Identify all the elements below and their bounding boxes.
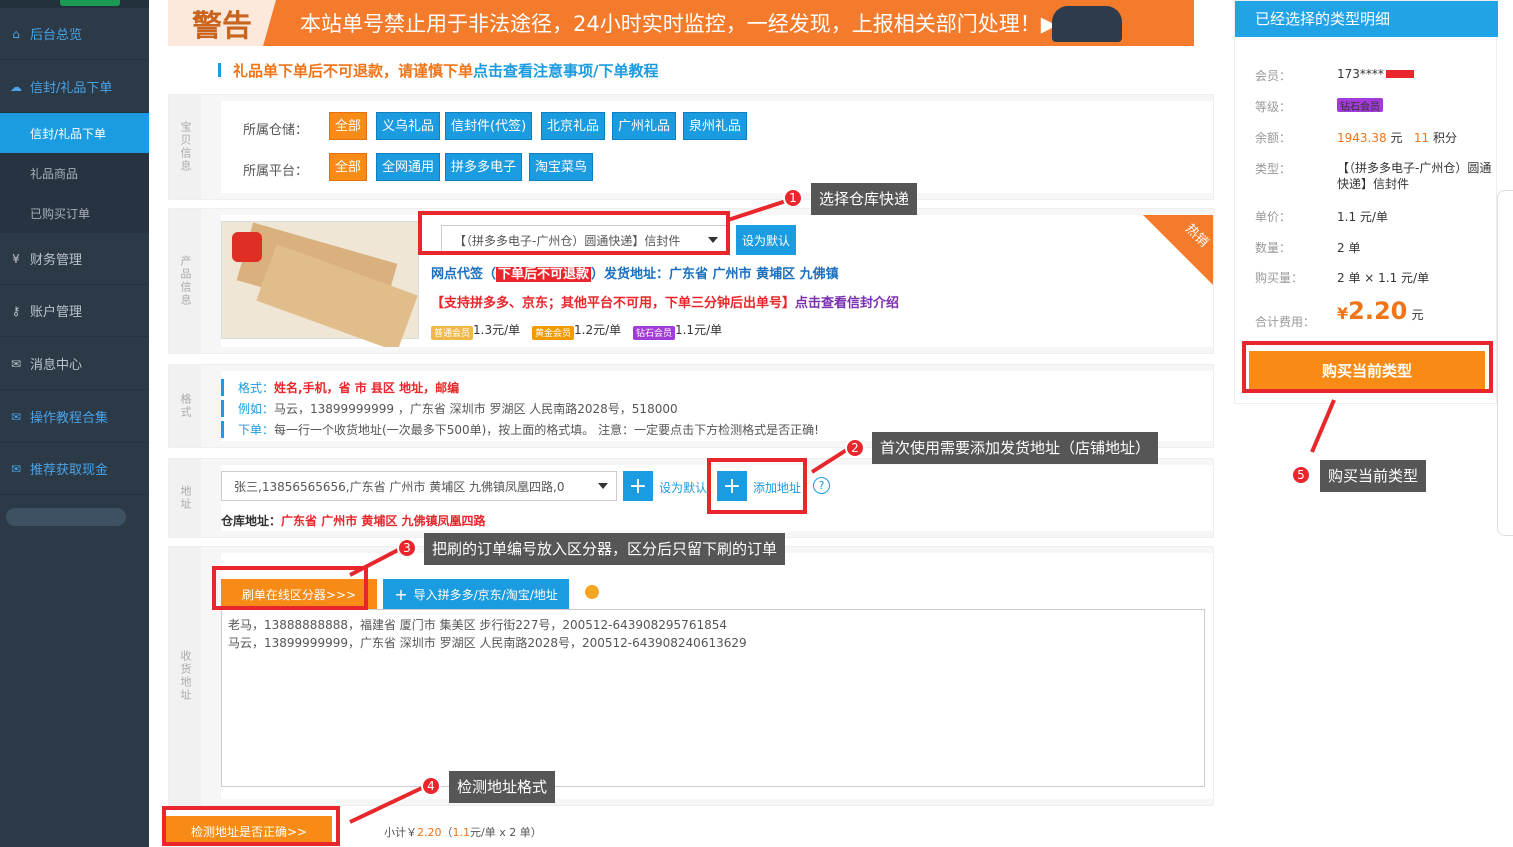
quantity: 2 单: [1337, 241, 1361, 255]
sidebar-item-messages[interactable]: ✉ 消息中心: [0, 338, 149, 390]
pinduoduo-logo-icon: [232, 232, 262, 262]
receiver-textarea[interactable]: 老马，13888888888，福建省 厦门市 集美区 步行街227号，20051…: [221, 609, 1205, 787]
badge-gold: 黄金会员: [531, 326, 574, 340]
sidebar-item-account[interactable]: ⚷ 账户管理: [0, 285, 149, 337]
sidebar-item-finance[interactable]: ¥ 财务管理: [0, 233, 149, 285]
arrow-5: [1310, 399, 1336, 453]
side-drawer-tab[interactable]: [1497, 190, 1513, 536]
total: ¥2.20 元: [1337, 297, 1424, 325]
warehouse-quanzhou[interactable]: 泉州礼品: [683, 112, 748, 140]
callout-3: 把刷的订单编号放入区分器，区分后只留下刷的订单: [424, 533, 786, 565]
sidebar-subitem-order[interactable]: 信封/礼品下单: [0, 113, 149, 153]
callout-number-1: 1: [783, 188, 803, 208]
add-address-plus-icon[interactable]: +: [717, 471, 747, 501]
product-line2: 【支持拼多多、京东；其他平台不可用，下单三分钟后出单号】点击查看信封介绍: [431, 296, 900, 311]
set-default-product-button[interactable]: 设为默认: [736, 225, 796, 255]
warning-banner: 警告 本站单号禁止用于非法途径，24小时实时监控，一经发现，上报相关部门处理！▶: [168, 0, 1194, 46]
yen-icon: ¥: [12, 251, 20, 266]
buy-amount: 2 单 × 1.1 元/单: [1337, 271, 1430, 285]
warning-text: 本站单号禁止用于非法途径，24小时实时监控，一经发现，上报相关部门处理！▶: [300, 12, 1057, 36]
blurred-item: [6, 508, 126, 526]
summary-panel: 已经选择的类型明细 会员： 173**** 等级： 钻石会员 余额： 1943.…: [1234, 0, 1498, 404]
example-row: 例如：马云，13899999999 ，广东省 深圳市 罗湖区 人民南路2028号…: [221, 400, 678, 417]
sidebar-item-referral[interactable]: ✉ 推荐获取现金: [0, 443, 149, 495]
logo: [0, 0, 149, 8]
import-button[interactable]: + 导入拼多多/京东/淘宝/地址: [383, 579, 569, 609]
envelope-intro-link[interactable]: 点击查看信封介绍: [795, 296, 899, 311]
platform-pinduoduo[interactable]: 拼多多电子: [445, 153, 523, 181]
callout-2: 首次使用需要添加发货地址（店铺地址）: [872, 432, 1159, 464]
cloud-icon: ☁: [10, 79, 22, 94]
redacted-mark: [1385, 70, 1414, 78]
mail-icon: ✉: [10, 356, 22, 371]
warehouse-beijing[interactable]: 北京礼品: [541, 112, 606, 140]
callout-number-5: 5: [1291, 465, 1311, 485]
loading-icon: [585, 585, 599, 599]
warehouse-envelope[interactable]: 信封件(代签): [445, 112, 533, 140]
add-address-button[interactable]: 添加地址: [753, 479, 801, 496]
balance: 1943.38 元 11 积分: [1337, 131, 1458, 145]
platform-universal[interactable]: 全网通用: [376, 153, 441, 181]
type-value: 【（拼多多电子-广州仓）圆通快递】信封件: [1337, 161, 1492, 191]
product-image: [221, 221, 419, 347]
sender-address-select[interactable]: 张三,13856565656,广东省 广州市 黄埔区 九佛镇凤凰四路,0: [221, 471, 617, 501]
callout-1: 选择仓库快递: [811, 183, 918, 215]
warehouse-guangzhou[interactable]: 广州礼品: [612, 112, 677, 140]
product-panel: 产品信息 【（拼多多电子-广州仓）圆通快递】信封件 设为默认 热销 网点代签（下…: [168, 208, 1214, 354]
tutorial-link[interactable]: 点击查看注意事项/下单教程: [473, 62, 658, 80]
warehouse-all[interactable]: 全部: [329, 112, 368, 140]
home-icon: ⌂: [12, 26, 20, 41]
notice: 礼品单下单后不可退款，请谨慎下单点击查看注意事项/下单教程: [218, 60, 659, 81]
badge-normal: 普通会员: [431, 326, 474, 340]
splitter-button[interactable]: 刷单在线区分器>>>: [221, 579, 377, 609]
warehouse-address: 仓库地址：广东省 广州市 黄埔区 九佛镇凤凰四路: [221, 514, 486, 528]
sidebar-item-overview[interactable]: ⌂ 后台总览: [0, 8, 149, 60]
member-value: 173****: [1337, 67, 1414, 81]
order-row: 下单：每一行一个收货地址(一次最多下500单)，按上面的格式填。 注意：一定要点…: [221, 421, 819, 438]
summary-title: 已经选择的类型明细: [1235, 1, 1498, 37]
warning-logo: 警告: [168, 0, 276, 46]
sidebar: ⌂ 后台总览 ☁ 信封/礼品下单 信封/礼品下单 礼品商品 已购买订单 ¥ 财务管理 …: [0, 0, 149, 847]
callout-number-3: 3: [397, 538, 417, 558]
warehouse-yiwu[interactable]: 义乌礼品: [376, 112, 441, 140]
platform-taobao[interactable]: 淘宝菜鸟: [529, 153, 594, 181]
key-icon: ⚷: [11, 303, 21, 318]
police-image: [1052, 6, 1122, 42]
price-list: 普通会员 1.3元/单 黄金会员 1.2元/单 钻石会员 1.1元/单: [431, 321, 722, 340]
sidebar-subitem-purchased[interactable]: 已购买订单: [0, 193, 149, 233]
subtotal: 小计￥2.20（1.1元/单 x 2 单）: [384, 826, 542, 839]
callout-4: 检测地址格式: [449, 771, 556, 803]
callout-number-2: 2: [845, 438, 865, 458]
shop-info-panel: 宝贝信息 所属仓储： 全部 义乌礼品 信封件(代签) 北京礼品 广州礼品 泉州礼…: [168, 94, 1214, 200]
level-badge: 钻石会员: [1337, 98, 1383, 113]
product-line1: 网点代签（ 下单后不可退款 ）发货地址：广东省 广州市 黄埔区 九佛镇: [431, 267, 839, 282]
plus-icon[interactable]: +: [623, 471, 653, 501]
set-default-address-button[interactable]: 设为默认: [659, 479, 707, 496]
unit-price: 1.1 元/单: [1337, 210, 1388, 224]
sidebar-subitem-gifts[interactable]: 礼品商品: [0, 153, 149, 193]
badge-diamond: 钻石会员: [632, 326, 675, 340]
format-row: 格式：姓名,手机，省 市 县区 地址，邮编: [221, 379, 459, 396]
callout-5: 购买当前类型: [1320, 460, 1427, 492]
receiver-panel: 收货地址 刷单在线区分器>>> + 导入拼多多/京东/淘宝/地址 老马，13888…: [168, 546, 1214, 806]
platform-all[interactable]: 全部: [329, 153, 368, 181]
chevron-down-icon: [708, 237, 718, 243]
sidebar-item-order[interactable]: ☁ 信封/礼品下单: [0, 61, 149, 113]
help-icon[interactable]: ?: [813, 477, 830, 494]
chevron-down-icon: [598, 483, 608, 489]
callout-number-4: 4: [421, 776, 441, 796]
sidebar-item-tutorials[interactable]: ✉ 操作教程合集: [0, 391, 149, 443]
product-select[interactable]: 【（拼多多电子-广州仓）圆通快递】信封件: [441, 225, 727, 255]
buy-button[interactable]: 购买当前类型: [1249, 351, 1485, 389]
mail-icon: ✉: [10, 409, 22, 424]
address-panel: 地址 张三,13856565656,广东省 广州市 黄埔区 九佛镇凤凰四路,0 …: [168, 458, 1214, 538]
check-address-button[interactable]: 检测地址是否正确>>: [166, 816, 332, 846]
mail-icon: ✉: [10, 461, 22, 476]
plus-icon: +: [394, 584, 408, 604]
